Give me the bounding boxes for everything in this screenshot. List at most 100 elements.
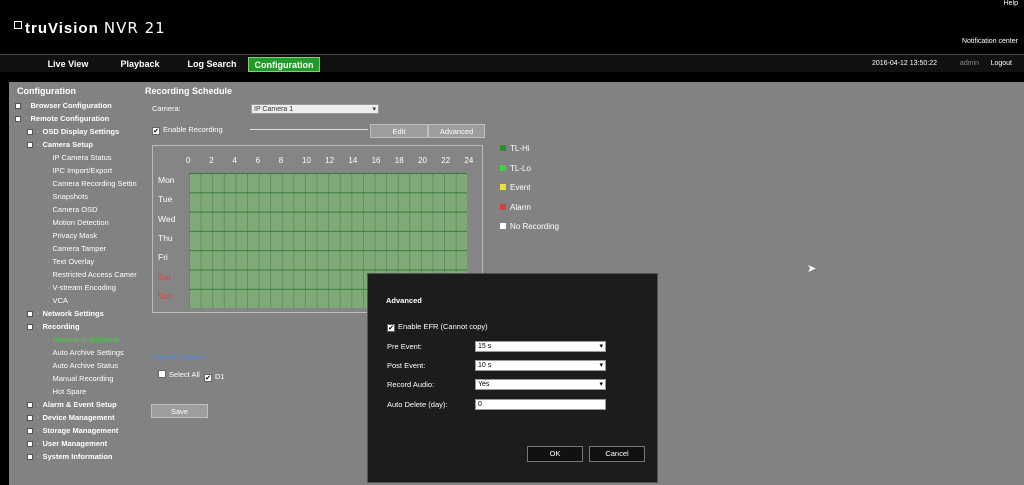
tree-item-hot-spare[interactable]: · Hot Spare: [47, 386, 86, 398]
pre-event-label: Pre Event:: [387, 342, 423, 351]
divider: [250, 129, 368, 130]
expand-icon[interactable]: [27, 415, 33, 421]
tree-item-v-stream-encoding[interactable]: · V-stream Encoding: [47, 282, 116, 294]
day-label: Sun: [158, 290, 174, 301]
select-all-checkbox[interactable]: [158, 370, 166, 378]
tree-item-ipc-import-export[interactable]: · IPC Import/Export: [47, 165, 112, 177]
copy-to-camera-label: Copy to Camera: [152, 352, 207, 361]
tree-line-icon: ·: [47, 374, 50, 383]
tree-item-label: Network Settings: [42, 309, 104, 318]
tree-item-label: IPC Import/Export: [52, 166, 113, 175]
tree-item-network-settings[interactable]: · Network Settings: [27, 308, 104, 320]
cancel-button[interactable]: Cancel: [589, 446, 645, 462]
tree-item-user-management[interactable]: · User Management: [27, 438, 107, 450]
tree-line-icon: ·: [47, 296, 50, 305]
tree-item-label: Remote Configuration: [30, 114, 110, 123]
tree-line-icon: ·: [47, 192, 50, 201]
d1-option[interactable]: ✔ D1: [204, 372, 225, 382]
enable-recording[interactable]: ✔ Enable Recording: [152, 125, 223, 135]
expand-icon[interactable]: [27, 324, 33, 330]
dialog-title: Advanced: [386, 296, 422, 305]
select-all[interactable]: Select All: [158, 370, 200, 379]
expand-icon[interactable]: [15, 103, 21, 109]
d1-checkbox[interactable]: ✔: [204, 374, 212, 382]
post-event-select[interactable]: 10 s ▾: [475, 360, 606, 371]
tree-line-icon: ·: [37, 413, 40, 422]
tree-item-browser-configuration[interactable]: · Browser Configuration: [15, 100, 112, 112]
tree-line-icon: ·: [47, 283, 50, 292]
tree-item-camera-recording-settings[interactable]: · Camera Recording Settings: [47, 178, 137, 190]
tree-item-manual-recording[interactable]: · Manual Recording: [47, 373, 113, 385]
pre-event-select[interactable]: 15 s ▾: [475, 341, 606, 352]
tree-line-icon: ·: [37, 140, 40, 149]
edit-button[interactable]: Edit: [370, 124, 428, 138]
expand-icon[interactable]: [27, 428, 33, 434]
logo-mark-icon: [14, 21, 22, 29]
tab-live-view[interactable]: Live View: [34, 57, 102, 72]
tree-item-camera-tamper[interactable]: · Camera Tamper: [47, 243, 106, 255]
day-label: Thu: [158, 232, 173, 243]
hour-label: 8: [278, 156, 284, 165]
tree-item-remote-configuration[interactable]: · Remote Configuration: [15, 113, 109, 125]
hour-label: 10: [302, 156, 311, 165]
tree-item-text-overlay[interactable]: · Text Overlay: [47, 256, 94, 268]
legend-label: TL-Hi: [510, 144, 530, 153]
record-audio-select[interactable]: Yes ▾: [475, 379, 606, 390]
tree-item-device-management[interactable]: · Device Management: [27, 412, 115, 424]
tab-playback[interactable]: Playback: [106, 57, 174, 72]
auto-delete-input[interactable]: 0: [475, 399, 606, 410]
tree-item-ip-camera-status[interactable]: · IP Camera Status: [47, 152, 112, 164]
logout-link[interactable]: Logout: [991, 60, 1012, 67]
tree-item-camera-setup[interactable]: · Camera Setup: [27, 139, 93, 151]
expand-icon[interactable]: [27, 142, 33, 148]
expand-icon[interactable]: [27, 402, 33, 408]
help-link[interactable]: Help: [1004, 0, 1018, 7]
tree-item-recording-schedule[interactable]: · Recording Schedule: [47, 334, 120, 346]
expand-icon[interactable]: [27, 129, 33, 135]
mouse-cursor-icon: ➤: [807, 263, 817, 275]
username: admin: [959, 60, 979, 67]
tree-item-recording[interactable]: · Recording: [27, 321, 80, 333]
tree-item-auto-archive-settings[interactable]: · Auto Archive Settings: [47, 347, 124, 359]
tree-item-alarm-event-setup[interactable]: · Alarm & Event Setup: [27, 399, 117, 411]
ok-button[interactable]: OK: [527, 446, 583, 462]
expand-icon[interactable]: [15, 116, 21, 122]
tab-log-search[interactable]: Log Search: [178, 57, 246, 72]
expand-icon[interactable]: [27, 311, 33, 317]
chevron-down-icon: ▾: [599, 362, 603, 369]
notification-center-link[interactable]: Notification center: [962, 38, 1018, 45]
tree-item-vca[interactable]: · VCA: [47, 295, 68, 307]
tree-line-icon: ·: [37, 452, 40, 461]
tree-item-label: Auto Archive Status: [52, 361, 118, 370]
tree-item-storage-management[interactable]: · Storage Management: [27, 425, 118, 437]
legend-swatch: [500, 184, 506, 191]
enable-recording-checkbox[interactable]: ✔: [152, 127, 160, 135]
hour-label: 18: [394, 156, 404, 165]
tree-item-auto-archive-status[interactable]: · Auto Archive Status: [47, 360, 118, 372]
tree-item-label: Hot Spare: [52, 387, 87, 396]
tree-item-label: OSD Display Settings: [42, 127, 120, 136]
tree-item-snapshots[interactable]: · Snapshots: [47, 191, 88, 203]
day-label: Wed: [158, 213, 176, 224]
tree-line-icon: ·: [47, 231, 50, 240]
enable-efr-checkbox[interactable]: ✔: [387, 324, 395, 332]
camera-select[interactable]: IP Camera 1 ▾: [251, 104, 379, 114]
tree-item-label: Browser Configuration: [30, 101, 112, 110]
tree-line-icon: ·: [47, 218, 50, 227]
save-button[interactable]: Save: [151, 404, 208, 418]
tab-configuration[interactable]: Configuration: [248, 57, 320, 72]
tree-item-privacy-mask[interactable]: · Privacy Mask: [47, 230, 97, 242]
main-nav: Live View Playback Log Search Configurat…: [0, 54, 1024, 72]
tree-item-motion-detection[interactable]: · Motion Detection: [47, 217, 109, 229]
advanced-button[interactable]: Advanced: [428, 124, 485, 138]
expand-icon[interactable]: [27, 441, 33, 447]
enable-efr[interactable]: ✔ Enable EFR (Cannot copy): [387, 322, 488, 332]
hour-label: 6: [255, 156, 261, 165]
page-title: Recording Schedule: [145, 86, 233, 96]
tree-item-osd-display-settings[interactable]: · OSD Display Settings: [27, 126, 119, 138]
tree-item-system-information[interactable]: · System Information: [27, 451, 113, 463]
tree-item-camera-osd[interactable]: · Camera OSD: [47, 204, 98, 216]
tree-item-restricted-access-camera[interactable]: · Restricted Access Camera: [47, 269, 137, 281]
tree-line-icon: ·: [25, 101, 28, 110]
expand-icon[interactable]: [27, 454, 33, 460]
